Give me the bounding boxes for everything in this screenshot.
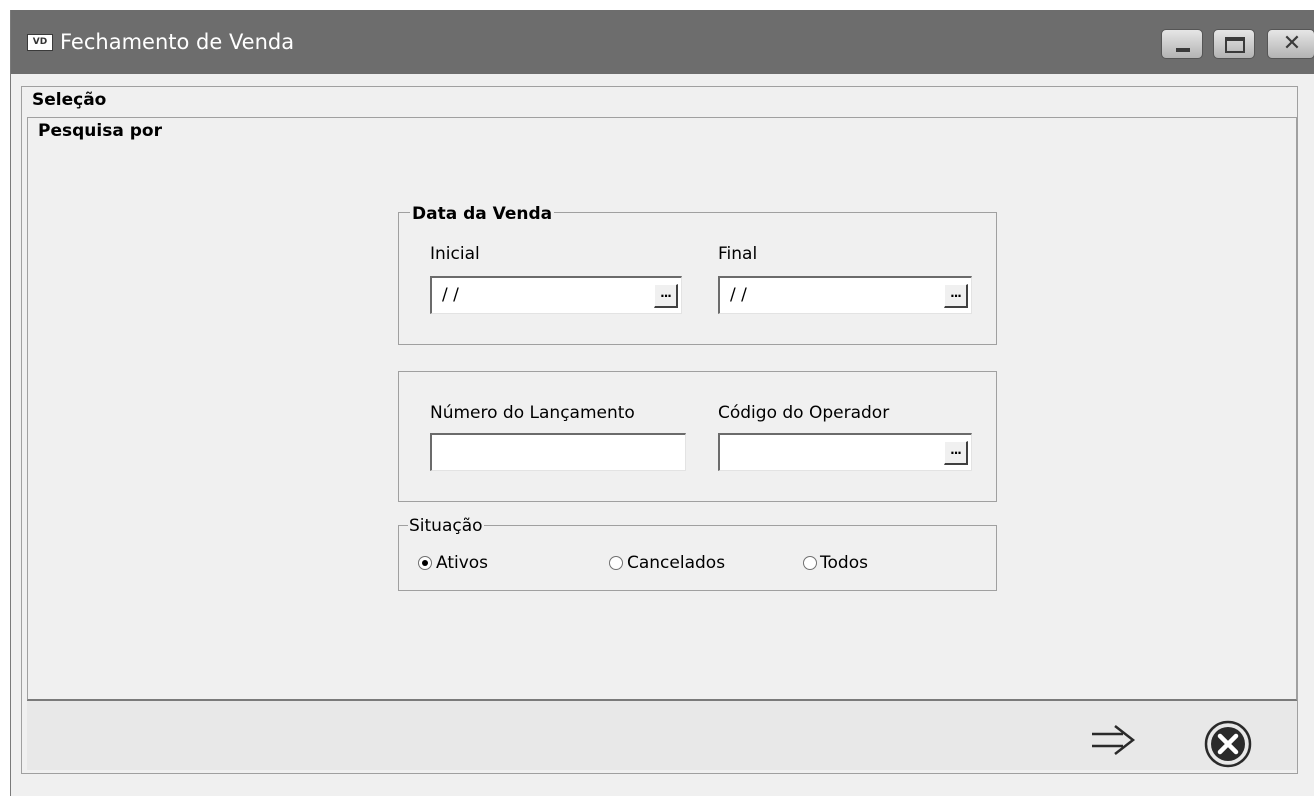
radio-cancelados[interactable]	[609, 556, 623, 570]
final-picker-button[interactable]: ...	[944, 284, 968, 308]
arrow-right-icon[interactable]	[1089, 722, 1137, 761]
final-date-field[interactable]: / / ...	[718, 276, 972, 314]
radio-todos[interactable]	[803, 556, 817, 570]
inicial-date-value: / /	[442, 285, 459, 305]
maximize-icon	[1225, 37, 1245, 53]
app-icon: VD	[27, 34, 53, 51]
final-label: Final	[718, 244, 758, 264]
cancel-circle-icon[interactable]	[1202, 718, 1254, 773]
minimize-button[interactable]	[1161, 29, 1203, 59]
operador-lookup-button[interactable]: ...	[944, 441, 968, 465]
pesquisa-legend: Pesquisa por	[36, 121, 164, 141]
inicial-picker-button[interactable]: ...	[654, 284, 678, 308]
codigo-operador-label: Código do Operador	[718, 403, 890, 423]
radio-cancelados-label[interactable]: Cancelados	[627, 553, 725, 573]
inicial-label: Inicial	[430, 244, 480, 264]
selecao-legend: Seleção	[30, 90, 109, 110]
situacao-legend: Situação	[408, 516, 484, 536]
numero-lancamento-label: Número do Lançamento	[430, 403, 635, 423]
radio-ativos[interactable]	[418, 556, 432, 570]
data-venda-legend: Data da Venda	[410, 204, 555, 224]
minimize-icon	[1176, 48, 1190, 52]
close-button[interactable]: ✕	[1267, 29, 1314, 59]
final-date-value: / /	[730, 285, 747, 305]
radio-ativos-label[interactable]: Ativos	[436, 553, 488, 573]
close-icon: ✕	[1282, 31, 1302, 56]
codigo-operador-field[interactable]: ...	[718, 433, 972, 471]
inicial-date-field[interactable]: / / ...	[430, 276, 682, 314]
radio-todos-label[interactable]: Todos	[820, 553, 868, 573]
maximize-button[interactable]	[1213, 29, 1255, 59]
title-bar[interactable]: VD Fechamento de Venda ✕	[11, 10, 1314, 74]
numero-lancamento-input[interactable]	[430, 433, 686, 471]
window-title: Fechamento de Venda	[60, 30, 295, 54]
